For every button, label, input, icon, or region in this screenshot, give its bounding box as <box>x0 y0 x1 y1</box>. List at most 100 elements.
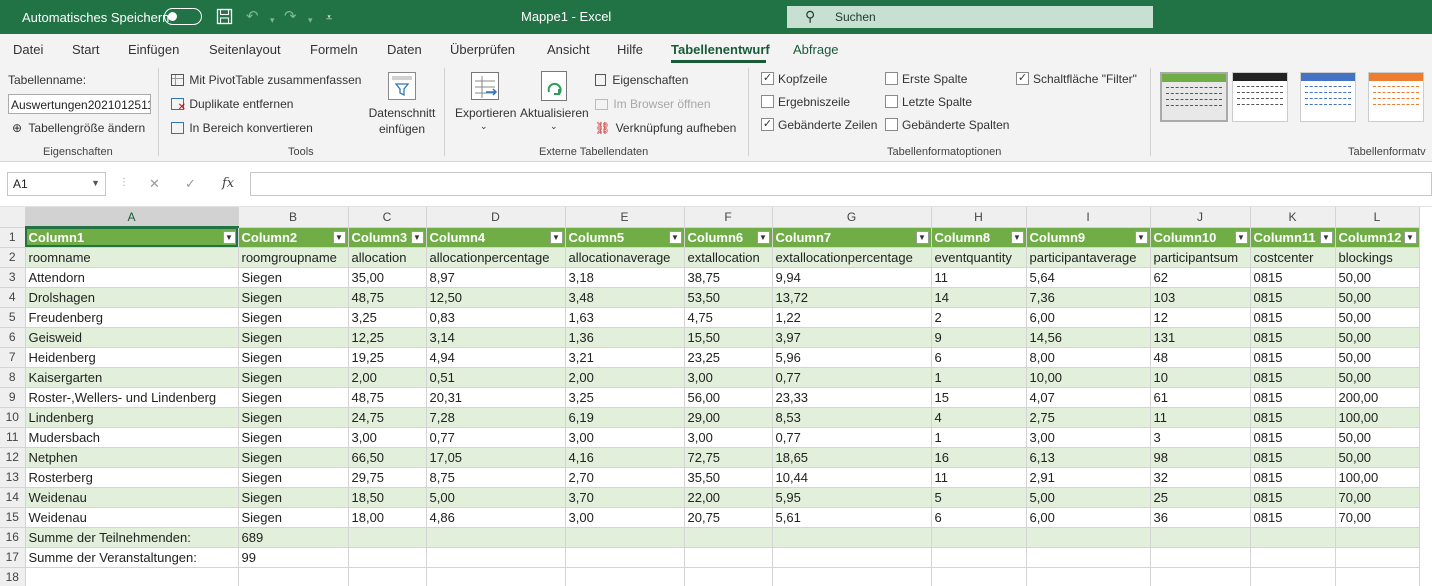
cell[interactable]: 25 <box>1150 487 1251 508</box>
letzte-spalte-checkbox[interactable] <box>885 95 898 108</box>
cell[interactable]: 72,75 <box>684 447 773 468</box>
cell[interactable]: 0815 <box>1250 487 1336 508</box>
cell[interactable] <box>426 567 566 586</box>
row-header[interactable]: 12 <box>0 447 26 468</box>
cell[interactable]: Drolshagen <box>25 287 239 308</box>
tab-tabellenentwurf[interactable]: Tabellenentwurf <box>671 42 770 57</box>
table-style-black[interactable] <box>1232 72 1288 122</box>
cell[interactable]: 8,53 <box>772 407 932 428</box>
cell[interactable]: Attendorn <box>25 267 239 288</box>
cell[interactable]: 0815 <box>1250 387 1336 408</box>
cell[interactable]: 10,44 <box>772 467 932 488</box>
cell[interactable]: Siegen <box>238 507 349 528</box>
table-style-green[interactable] <box>1160 72 1228 122</box>
customize-qat-icon[interactable]: ⩡ <box>326 10 332 27</box>
cell[interactable]: Lindenberg <box>25 407 239 428</box>
cell[interactable]: 5,61 <box>772 507 932 528</box>
gebaenderte-spalten-checkbox[interactable] <box>885 118 898 131</box>
cell[interactable]: roomname <box>25 247 239 268</box>
cell[interactable]: 0815 <box>1250 367 1336 388</box>
cell[interactable]: 50,00 <box>1335 447 1420 468</box>
cell[interactable]: 13,72 <box>772 287 932 308</box>
cell[interactable]: participantaverage <box>1026 247 1151 268</box>
cell[interactable]: Siegen <box>238 347 349 368</box>
cell[interactable]: 12,50 <box>426 287 566 308</box>
undo-icon[interactable]: ↶ <box>246 8 259 25</box>
column-header-h[interactable]: H <box>931 207 1027 228</box>
filter-dropdown-icon[interactable]: ▼ <box>1319 230 1333 244</box>
cell[interactable]: roomgroupname <box>238 247 349 268</box>
table-header-cell[interactable]: Column9 ▼ <box>1026 227 1151 248</box>
row-header[interactable]: 11 <box>0 427 26 448</box>
cell[interactable]: 11 <box>1150 407 1251 428</box>
cell[interactable]: Rosterberg <box>25 467 239 488</box>
cell[interactable] <box>931 567 1027 586</box>
cell[interactable]: 4 <box>931 407 1027 428</box>
cell[interactable]: 0,83 <box>426 307 566 328</box>
cell[interactable]: 1 <box>931 427 1027 448</box>
cell[interactable]: 50,00 <box>1335 347 1420 368</box>
cell[interactable]: 0815 <box>1250 267 1336 288</box>
cell[interactable]: Roster-,Wellers- und Lindenberg <box>25 387 239 408</box>
column-header-c[interactable]: C <box>348 207 427 228</box>
row-header[interactable]: 16 <box>0 527 26 548</box>
cell[interactable]: 48 <box>1150 347 1251 368</box>
column-header-l[interactable]: L <box>1335 207 1420 228</box>
cell[interactable]: 3,00 <box>348 427 427 448</box>
cell[interactable]: 98 <box>1150 447 1251 468</box>
table-header-cell[interactable]: Column7 ▼ <box>772 227 932 248</box>
cell[interactable]: 3,00 <box>565 427 685 448</box>
cell[interactable] <box>684 567 773 586</box>
cell[interactable]: eventquantity <box>931 247 1027 268</box>
row-header[interactable]: 3 <box>0 267 26 288</box>
cell[interactable] <box>1150 527 1251 548</box>
cell[interactable] <box>348 527 427 548</box>
cell[interactable]: 50,00 <box>1335 327 1420 348</box>
name-box[interactable]: A1 ▼ <box>7 172 106 196</box>
cell[interactable]: 3,00 <box>565 507 685 528</box>
cell[interactable]: 14,56 <box>1026 327 1151 348</box>
cell[interactable]: 38,75 <box>684 267 773 288</box>
cell[interactable]: 4,94 <box>426 347 566 368</box>
cell[interactable]: 3 <box>1150 427 1251 448</box>
tab-ansicht[interactable]: Ansicht <box>547 42 590 57</box>
cancel-icon[interactable]: ✕ <box>149 176 160 192</box>
cell[interactable] <box>1026 547 1151 568</box>
convert-to-range-button[interactable]: In Bereich konvertieren <box>171 121 313 135</box>
cell[interactable]: 3,00 <box>1026 427 1151 448</box>
cell[interactable]: 6,00 <box>1026 307 1151 328</box>
cell[interactable]: 0815 <box>1250 467 1336 488</box>
cell[interactable] <box>772 527 932 548</box>
cell[interactable] <box>1335 527 1420 548</box>
cell[interactable]: 70,00 <box>1335 507 1420 528</box>
cell[interactable]: 6,19 <box>565 407 685 428</box>
cell[interactable]: 24,75 <box>348 407 427 428</box>
row-header[interactable]: 5 <box>0 307 26 328</box>
cell[interactable]: blockings <box>1335 247 1420 268</box>
cell[interactable]: 48,75 <box>348 387 427 408</box>
cell[interactable]: 3,14 <box>426 327 566 348</box>
cell[interactable]: Siegen <box>238 487 349 508</box>
cell[interactable]: 50,00 <box>1335 307 1420 328</box>
cell[interactable]: 0815 <box>1250 507 1336 528</box>
row-header[interactable]: 2 <box>0 247 26 268</box>
cell[interactable]: 4,86 <box>426 507 566 528</box>
cell[interactable]: participantsum <box>1150 247 1251 268</box>
save-icon[interactable] <box>216 8 233 29</box>
row-header[interactable]: 1 <box>0 227 26 248</box>
cell[interactable]: 0815 <box>1250 307 1336 328</box>
cell[interactable]: 48,75 <box>348 287 427 308</box>
cell[interactable]: 0,77 <box>772 367 932 388</box>
cell[interactable]: 11 <box>931 467 1027 488</box>
filter-dropdown-icon[interactable]: ▼ <box>668 230 682 244</box>
tab-start[interactable]: Start <box>72 42 99 57</box>
cell[interactable]: 8,75 <box>426 467 566 488</box>
cell[interactable]: Siegen <box>238 447 349 468</box>
cell[interactable]: 16 <box>931 447 1027 468</box>
filter-dropdown-icon[interactable]: ▼ <box>1234 230 1248 244</box>
cell[interactable]: Siegen <box>238 427 349 448</box>
enter-icon[interactable]: ✓ <box>185 176 196 192</box>
cell[interactable]: 0815 <box>1250 447 1336 468</box>
cell[interactable] <box>684 527 773 548</box>
table-header-cell[interactable]: Column4 ▼ <box>426 227 566 248</box>
